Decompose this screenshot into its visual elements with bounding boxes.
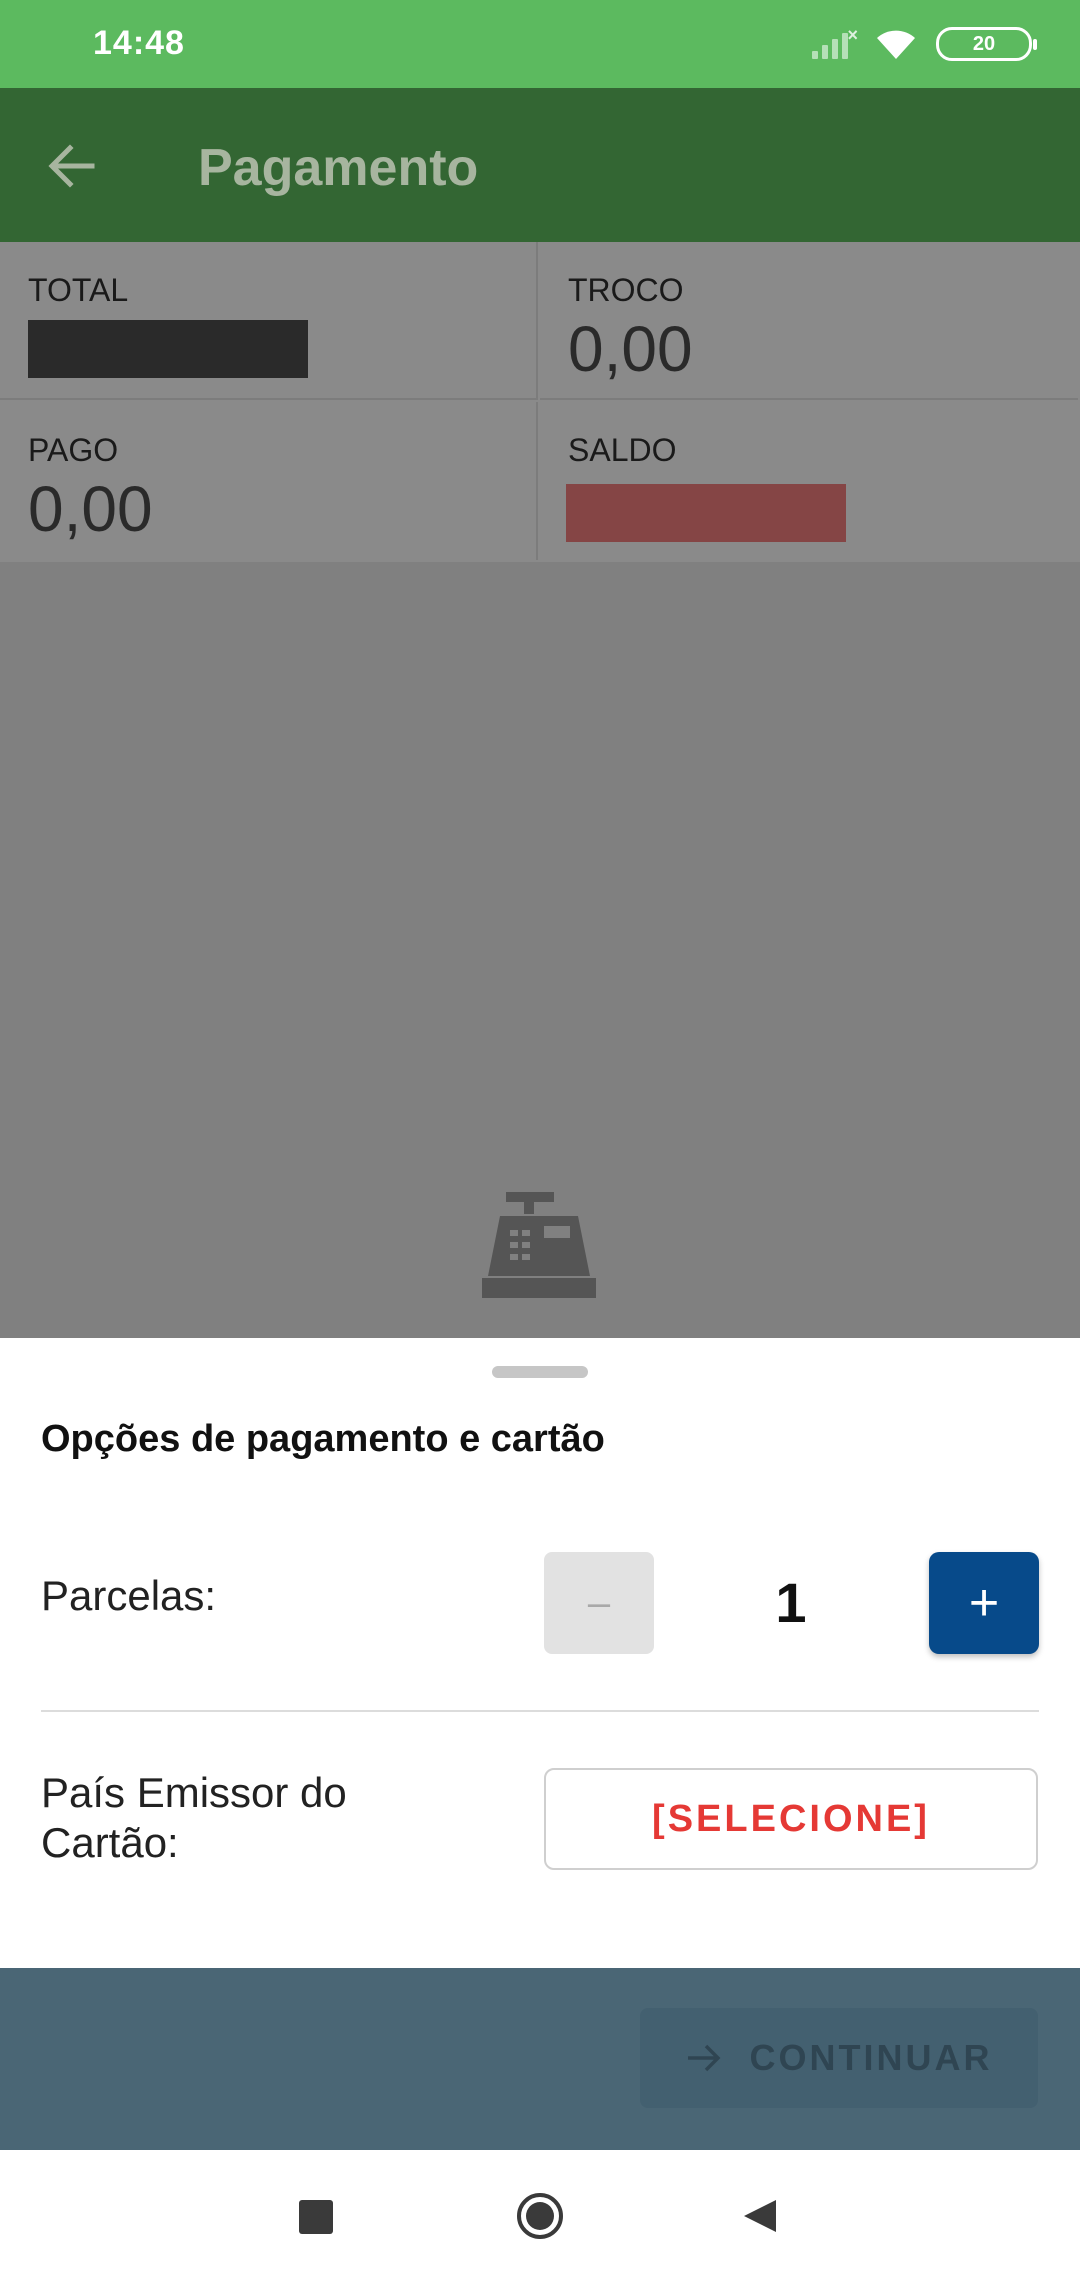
troco-label: TROCO: [568, 272, 684, 308]
summary-total: TOTAL: [0, 242, 538, 400]
sheet-drag-handle[interactable]: [492, 1366, 588, 1378]
pago-value: 0,00: [28, 473, 153, 545]
parcelas-value: 1: [775, 1571, 807, 1634]
status-time: 14:48: [93, 24, 185, 62]
battery-level: 20: [972, 32, 996, 55]
summary-troco: TROCO 0,00: [540, 242, 1078, 400]
battery-icon: 20: [936, 27, 1037, 61]
pais-emissor-label: País Emissor do Cartão:: [41, 1769, 347, 1866]
parcelas-label: Parcelas:: [41, 1572, 217, 1619]
arrow-left-icon[interactable]: [42, 136, 102, 196]
summary-saldo: SALDO: [540, 402, 1078, 560]
total-label: TOTAL: [28, 272, 129, 308]
continue-button[interactable]: CONTINUAR: [640, 2008, 1038, 2108]
increment-button[interactable]: +: [929, 1552, 1039, 1654]
wifi-icon: [877, 30, 915, 59]
cash-register-icon: [482, 1192, 596, 1298]
pais-emissor-select[interactable]: [SELECIONE]: [544, 1768, 1038, 1870]
decrement-button[interactable]: –: [544, 1552, 654, 1654]
home-icon[interactable]: [516, 2192, 564, 2240]
arrow-right-icon: [687, 2044, 720, 2072]
page-title: Pagamento: [198, 139, 479, 197]
recents-icon[interactable]: [299, 2200, 333, 2234]
app-bar: [0, 88, 1080, 242]
plus-icon: +: [968, 1574, 1000, 1632]
sheet-title: Opções de pagamento e cartão: [41, 1418, 605, 1460]
minus-icon: –: [587, 1580, 611, 1625]
saldo-value-redacted: [566, 484, 846, 542]
continue-label: CONTINUAR: [749, 2037, 993, 2078]
select-value: [SELECIONE]: [652, 1797, 930, 1840]
divider: [41, 1710, 1039, 1712]
status-icons: × 20: [812, 22, 1037, 66]
payment-summary: TOTAL TROCO 0,00 PAGO 0,00 SALDO: [0, 242, 1080, 564]
total-value-redacted: [28, 320, 308, 378]
summary-pago: PAGO 0,00: [0, 402, 538, 560]
back-icon[interactable]: [740, 2196, 780, 2236]
pago-label: PAGO: [28, 432, 119, 468]
signal-icon: ×: [812, 25, 858, 59]
saldo-label: SALDO: [568, 432, 677, 468]
troco-value: 0,00: [568, 313, 693, 385]
